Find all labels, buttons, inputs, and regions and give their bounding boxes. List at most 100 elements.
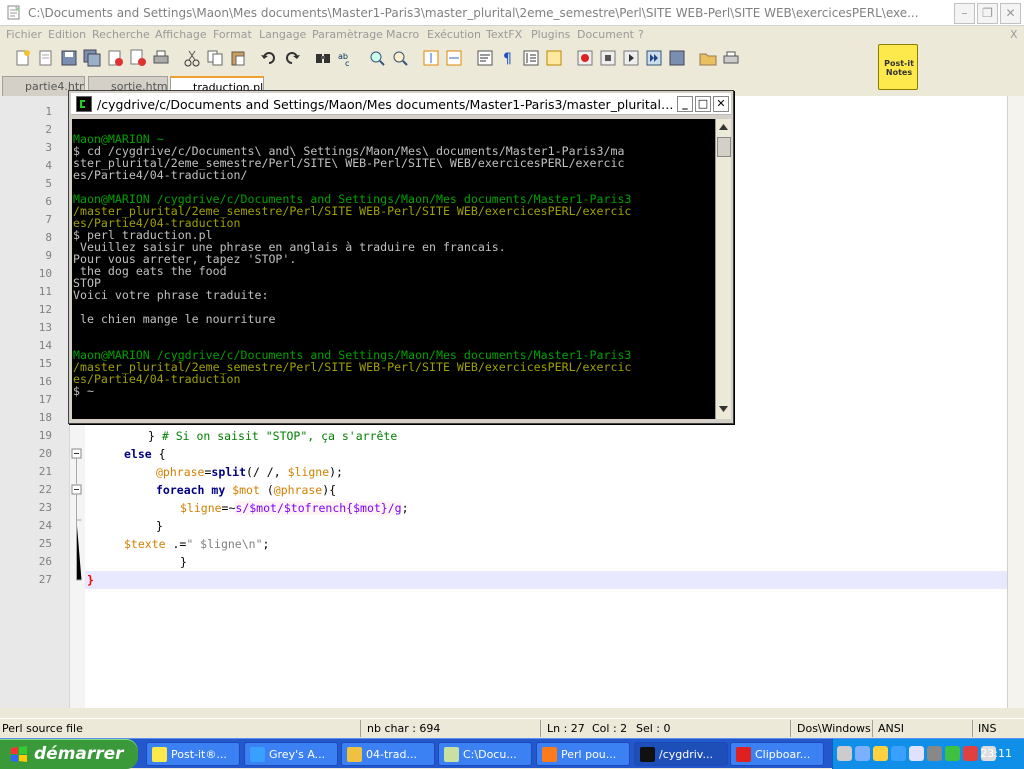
menu-document[interactable]: Document	[577, 28, 634, 41]
task-label: C:\Docu...	[463, 748, 517, 761]
menu-langage[interactable]: Langage	[259, 28, 306, 41]
status-column: Col : 2	[592, 722, 628, 735]
save-macro-icon[interactable]	[668, 49, 686, 67]
new-file-icon[interactable]	[14, 49, 32, 67]
find-icon[interactable]	[314, 49, 332, 67]
sync-horizontal-icon[interactable]	[445, 49, 463, 67]
replace-icon[interactable]: abc	[337, 49, 355, 67]
maximize-button[interactable]: ❐	[977, 3, 998, 24]
line-number: 4	[45, 159, 52, 172]
record-macro-icon[interactable]	[576, 49, 594, 67]
fold-markers[interactable]	[71, 448, 83, 588]
code-keyword: my	[211, 483, 226, 497]
code-line-27: }	[87, 573, 94, 587]
minimize-button[interactable]: –	[954, 3, 975, 24]
cut-icon[interactable]	[183, 49, 201, 67]
notepad-plus-plus-icon	[7, 5, 20, 20]
taskbar-button[interactable]: Perl pou...	[536, 742, 630, 766]
line-number: 22	[38, 483, 52, 496]
word-wrap-icon[interactable]	[476, 49, 494, 67]
taskbar: démarrer Post-it®... Grey's A... 04-trad..…	[0, 738, 1024, 769]
menu-execution[interactable]: Exécution	[427, 28, 481, 41]
close-all-icon[interactable]	[129, 49, 147, 67]
scroll-down-icon[interactable]	[718, 405, 729, 414]
zoom-out-icon[interactable]	[391, 49, 409, 67]
cygwin-terminal-window[interactable]: /cygdrive/c/Documents and Settings/Maon/…	[68, 90, 734, 424]
terminal-minimize-button[interactable]: _	[677, 96, 693, 112]
menu-affichage[interactable]: Affichage	[155, 28, 207, 41]
redo-icon[interactable]	[283, 49, 301, 67]
terminal-line: es/Partie4/04-traduction	[73, 372, 241, 386]
terminal-line: le chien mange le nourriture	[73, 312, 276, 326]
open-file-icon[interactable]	[37, 49, 55, 67]
current-line-highlight	[85, 571, 1015, 589]
tray-messenger-icon[interactable]	[873, 746, 888, 761]
tray-arrow-icon[interactable]	[837, 746, 852, 761]
tray-volume-icon[interactable]	[927, 746, 942, 761]
play-macro-icon[interactable]	[622, 49, 640, 67]
tray-update-icon[interactable]	[945, 746, 960, 761]
status-insert-mode: INS	[978, 722, 997, 735]
menu-fichier[interactable]: Fichier	[6, 28, 42, 41]
task-app-icon	[736, 747, 751, 762]
stop-macro-icon[interactable]	[599, 49, 617, 67]
line-number: 17	[38, 393, 52, 406]
taskbar-button[interactable]: 04-trad...	[341, 742, 435, 766]
terminal-scroll-thumb[interactable]	[717, 137, 731, 157]
terminal-close-button[interactable]: ✕	[713, 96, 729, 112]
taskbar-button[interactable]: C:\Docu...	[438, 742, 532, 766]
window-title: C:\Documents and Settings\Maon\Mes docum…	[28, 6, 919, 20]
start-button[interactable]: démarrer	[0, 739, 138, 769]
line-number: 27	[38, 573, 52, 586]
run-macro-multiple-icon[interactable]	[645, 49, 663, 67]
menu-textfx[interactable]: TextFX	[486, 28, 522, 41]
task-app-icon	[444, 747, 459, 762]
document-close-x[interactable]: X	[1010, 28, 1018, 41]
terminal-output[interactable]: Maon@MARION ~ $ cd /cygdrive/c/Documents\…	[72, 119, 716, 419]
menu-help[interactable]: ?	[638, 28, 644, 41]
tray-media-icon[interactable]	[891, 746, 906, 761]
editor-scrollbar[interactable]	[1007, 96, 1024, 708]
line-number: 10	[38, 267, 52, 280]
code-paren: (	[259, 483, 274, 497]
menu-recherche[interactable]: Recherche	[92, 28, 150, 41]
tray-alert-icon[interactable]	[963, 746, 978, 761]
paste-icon[interactable]	[229, 49, 247, 67]
taskbar-button[interactable]: Post-it®...	[146, 742, 240, 766]
copy-icon[interactable]	[206, 49, 224, 67]
print-icon[interactable]	[152, 49, 170, 67]
sync-vertical-icon[interactable]	[422, 49, 440, 67]
tray-shield-icon[interactable]	[909, 746, 924, 761]
show-all-chars-icon[interactable]: ¶	[499, 49, 517, 67]
menu-macro[interactable]: Macro	[386, 28, 419, 41]
code-string: " $ligne\n"	[186, 537, 263, 551]
printer-setup-icon[interactable]	[722, 49, 740, 67]
close-file-icon[interactable]	[106, 49, 124, 67]
menu-edition[interactable]: Edition	[48, 28, 86, 41]
scroll-up-icon[interactable]	[718, 122, 729, 131]
save-all-icon[interactable]	[83, 49, 101, 67]
menu-plugins[interactable]: Plugins	[531, 28, 570, 41]
menu-format[interactable]: Format	[213, 28, 252, 41]
taskbar-button[interactable]: Clipboar...	[730, 742, 824, 766]
menu-parametrage[interactable]: Paramètrage	[312, 28, 383, 41]
close-button[interactable]: ✕	[1000, 3, 1021, 24]
task-app-icon	[640, 747, 655, 762]
taskbar-button[interactable]: Grey's A...	[244, 742, 338, 766]
zoom-in-icon[interactable]	[368, 49, 386, 67]
tray-network-icon[interactable]	[855, 746, 870, 761]
windows-logo-icon	[11, 746, 27, 762]
code-line-24: }	[156, 519, 163, 533]
terminal-title: /cygdrive/c/Documents and Settings/Maon/…	[97, 97, 675, 112]
open-folder-icon[interactable]	[699, 49, 717, 67]
indent-guide-icon[interactable]	[522, 49, 540, 67]
terminal-titlebar[interactable]: /cygdrive/c/Documents and Settings/Maon/…	[71, 93, 731, 115]
line-number: 26	[38, 555, 52, 568]
user-defined-lang-icon[interactable]	[545, 49, 563, 67]
line-number: 3	[45, 141, 52, 154]
save-icon[interactable]	[60, 49, 78, 67]
taskbar-button[interactable]: /cygdriv...	[634, 742, 728, 766]
terminal-scrollbar[interactable]	[715, 119, 731, 419]
terminal-maximize-button[interactable]: □	[695, 96, 711, 112]
undo-icon[interactable]	[260, 49, 278, 67]
